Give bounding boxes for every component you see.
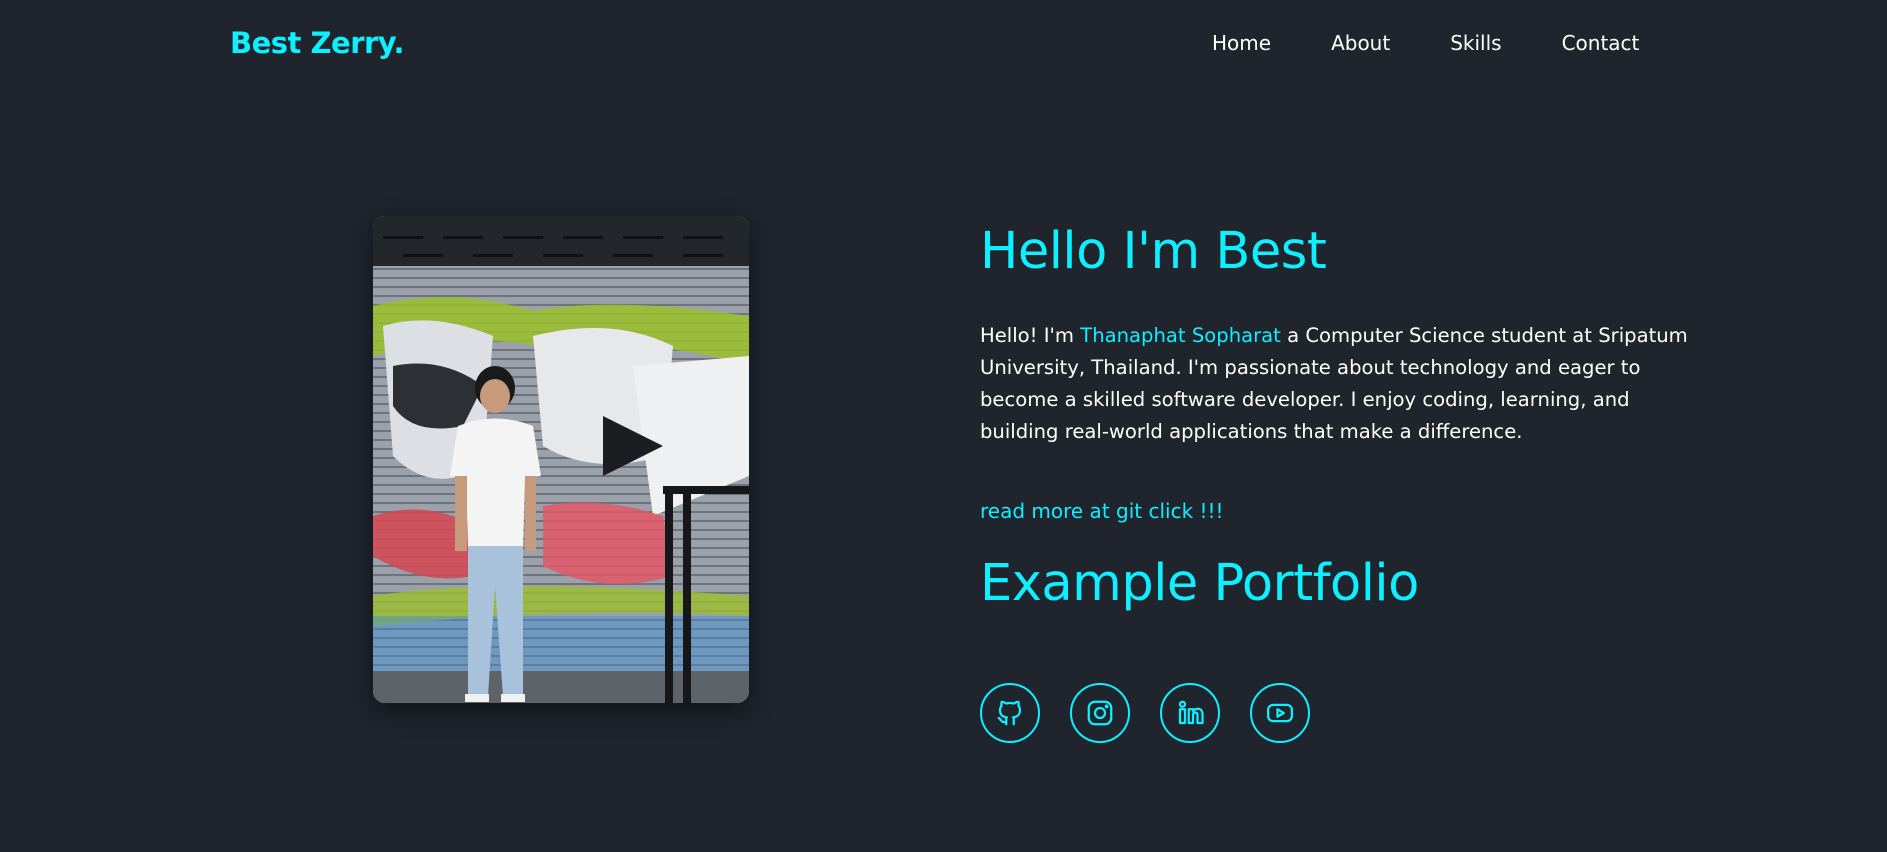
youtube-link[interactable] [1250, 683, 1310, 743]
youtube-icon [1267, 703, 1293, 723]
logo-link[interactable]: Best Zerry. [230, 26, 405, 60]
nav-home[interactable]: Home [1212, 31, 1271, 55]
hero-heading: Hello I'm Best [980, 222, 1327, 281]
profile-photo [373, 216, 749, 703]
hero-bio: Hello! I'm Thanaphat Sopharat a Computer… [980, 320, 1710, 448]
read-more-link[interactable]: read more at git click !!! [980, 499, 1224, 523]
page: Best Zerry. Home About Skills Contact He… [0, 0, 1887, 852]
linkedin-icon [1178, 700, 1204, 725]
main-nav: Home About Skills Contact [1212, 31, 1639, 55]
profile-photo-illustration [373, 216, 749, 703]
bio-prefix: Hello! I'm [980, 324, 1081, 347]
instagram-link[interactable] [1070, 683, 1130, 743]
nav-about[interactable]: About [1331, 31, 1390, 55]
nav-skills[interactable]: Skills [1450, 31, 1501, 55]
bio-name: Thanaphat Sopharat [1080, 324, 1281, 347]
github-icon [997, 700, 1022, 726]
instagram-icon [1087, 700, 1113, 726]
social-links [980, 683, 1310, 743]
github-link[interactable] [980, 683, 1040, 743]
nav-contact[interactable]: Contact [1562, 31, 1640, 55]
portfolio-heading: Example Portfolio [980, 554, 1419, 613]
linkedin-link[interactable] [1160, 683, 1220, 743]
